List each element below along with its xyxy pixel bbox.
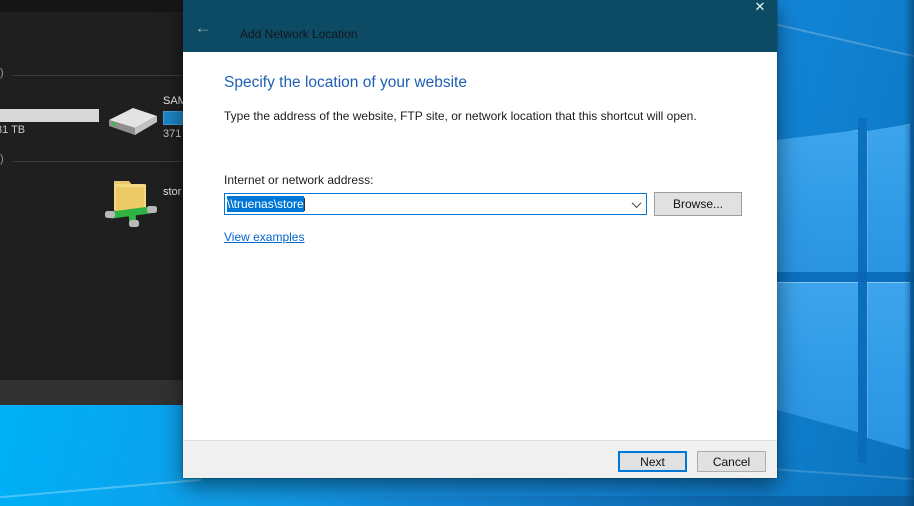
network-share-folder-icon[interactable] xyxy=(104,170,162,227)
explorer-toolbar-strip xyxy=(0,0,183,12)
view-examples-link[interactable]: View examples xyxy=(224,230,304,244)
drive-usage-bar xyxy=(163,111,183,125)
chevron-down-icon xyxy=(631,198,641,208)
explorer-status-bar xyxy=(0,380,183,405)
address-input[interactable]: \\truenas\store xyxy=(225,196,626,212)
dialog-header: ← Add Network Location ✕ xyxy=(183,0,777,52)
explorer-group-header[interactable]: ) xyxy=(0,67,4,79)
address-combobox[interactable]: \\truenas\store xyxy=(224,193,647,215)
hard-drive-icon[interactable] xyxy=(105,98,161,142)
page-description: Type the address of the website, FTP sit… xyxy=(224,109,697,123)
dialog-footer: Next Cancel xyxy=(183,440,777,478)
drive-free-space-text: 371 xyxy=(163,128,184,140)
wallpaper-edge-shading xyxy=(300,496,914,506)
selected-text: \\truenas\store xyxy=(227,196,304,212)
wallpaper-logo-gap-horizontal xyxy=(777,272,914,282)
dialog-title: Add Network Location xyxy=(240,27,357,41)
desktop: ) 31 TB SAM 371 ) xyxy=(0,0,914,506)
wallpaper-light-beam xyxy=(0,479,201,499)
combobox-dropdown-button[interactable] xyxy=(626,194,646,214)
drive-usage-bar xyxy=(0,109,99,122)
browse-button[interactable]: Browse... xyxy=(654,192,742,216)
network-share-name-label[interactable]: stor xyxy=(163,186,184,198)
drive-free-space-text: 31 TB xyxy=(0,124,25,136)
file-explorer-window: ) 31 TB SAM 371 ) xyxy=(0,0,183,405)
wallpaper-logo-pane xyxy=(777,282,858,432)
next-button[interactable]: Next xyxy=(618,451,687,472)
add-network-location-dialog: ← Add Network Location ✕ Specify the loc… xyxy=(183,0,777,478)
address-field-label: Internet or network address: xyxy=(224,173,373,187)
close-icon[interactable]: ✕ xyxy=(752,0,768,15)
explorer-group-divider xyxy=(13,161,183,162)
explorer-group-header[interactable]: ) xyxy=(0,153,4,165)
wallpaper-light-beam xyxy=(770,468,914,486)
wallpaper-light-beam xyxy=(770,22,914,76)
cancel-button[interactable]: Cancel xyxy=(697,451,766,472)
wallpaper-edge-shading xyxy=(904,0,914,506)
back-arrow-icon[interactable]: ← xyxy=(192,19,214,37)
wallpaper-logo-pane xyxy=(777,130,858,272)
page-title: Specify the location of your website xyxy=(224,74,467,92)
explorer-group-divider xyxy=(13,75,183,76)
dialog-body: Specify the location of your website Typ… xyxy=(183,52,777,440)
wallpaper-logo-gap-vertical xyxy=(858,118,867,463)
text-caret xyxy=(304,198,305,211)
drive-name-label[interactable]: SAM xyxy=(163,95,184,107)
